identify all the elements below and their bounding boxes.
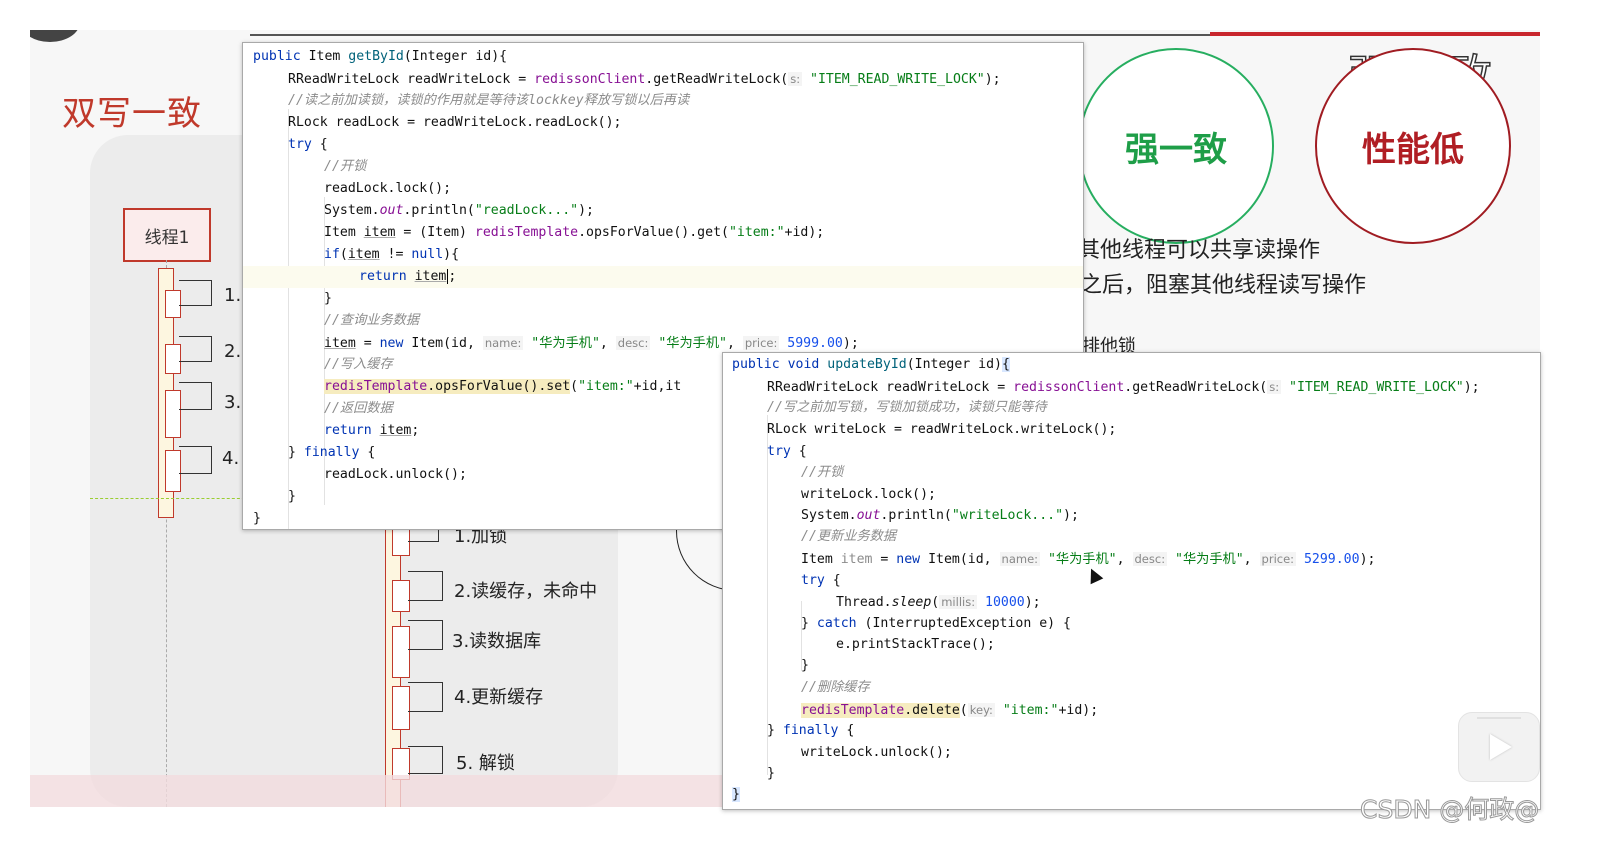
play-icon[interactable] [1458,712,1540,782]
code-line: } catch (InterruptedException e) { [801,616,1071,631]
code-line: writeLock.lock(); [801,487,936,502]
code-line: RLock readLock = readWriteLock.readLock(… [288,115,622,130]
code-line: try { [288,137,328,152]
loop-arrow [408,682,443,712]
code-comment: //开锁 [324,159,367,174]
code-comment: //写之前加写锁，写锁加锁成功，读锁只能等待 [767,400,1047,415]
step-label: 5. 解锁 [456,753,515,774]
circle-strong-consistency: 强一致 [1078,48,1274,244]
code-popup-write[interactable]: public void updateById(Integer id){ RRea… [722,352,1541,810]
loop-arrow [179,280,212,306]
step-label: 4.更新缓存 [454,687,544,708]
loop-arrow [179,446,212,474]
bg-text-block: 之后，阻塞其他线程读写操作 [1080,273,1367,298]
step-label: 3.读数据库 [452,631,542,652]
step-label: 4. [222,448,240,469]
watermark: CSDN @何政@ [1359,795,1540,825]
loop-arrow [408,620,443,650]
code-comment: //更新业务数据 [801,529,897,544]
code-line: } finally { [767,723,855,738]
code-comment: //删除缓存 [801,680,870,695]
thread-box: 线程1 [123,208,211,262]
step-label: 1. [224,285,242,306]
code-line: writeLock.unlock(); [801,745,952,760]
code-line: RReadWriteLock readWriteLock = redissonC… [288,72,1001,87]
step-label: 2.读缓存，未命中 [454,581,598,602]
step-label: 3. [224,392,242,413]
step-label: 2. [224,341,242,362]
slide-top-bar [30,30,1540,40]
code-line: Item item = (Item) redisTemplate.opsForV… [324,225,825,240]
slide-title: 双写一致 [62,94,202,134]
code-line: public void updateById(Integer id){ [732,357,1010,372]
bg-text-shared-read: 其他线程可以共享读操作 [1078,238,1321,263]
code-line: } [767,766,775,781]
loop-arrow [179,336,212,362]
code-comment: //开锁 [801,465,844,480]
circle-low-performance: 性能低 [1315,48,1511,244]
code-line: RReadWriteLock readWriteLock = redissonC… [767,380,1480,395]
code-line: RLock writeLock = readWriteLock.writeLoc… [767,422,1117,437]
code-line: item = new Item(id, name: "华为手机", desc: … [324,336,859,351]
code-line: } [324,291,332,306]
code-line: readLock.lock(); [324,181,452,196]
code-line: redisTemplate.delete(key: "item:"+id); [801,703,1099,718]
loop-arrow [179,382,212,410]
code-line: try { [801,573,841,588]
code-comment: //读之前加读锁，读锁的作用就是等待该lockkey释放写锁以后再读 [288,93,690,108]
loop-arrow [408,571,443,601]
code-line: if(item != null){ [324,247,460,262]
code-line: System.out.println("writeLock..."); [801,508,1079,523]
code-line: try { [767,444,807,459]
loop-arrow [408,746,443,774]
code-comment: //查询业务数据 [324,313,420,328]
code-line: } [801,658,809,673]
code-line: Thread.sleep(millis: 10000); [836,595,1041,610]
separator-line [90,498,250,499]
code-line: Item item = new Item(id, name: "华为手机", d… [801,552,1376,567]
code-line: System.out.println("readLock..."); [324,203,594,218]
code-line: e.printStackTrace(); [836,637,995,652]
code-line-current: return item; [243,266,1083,288]
code-line: public Item getById(Integer id){ [253,49,508,64]
